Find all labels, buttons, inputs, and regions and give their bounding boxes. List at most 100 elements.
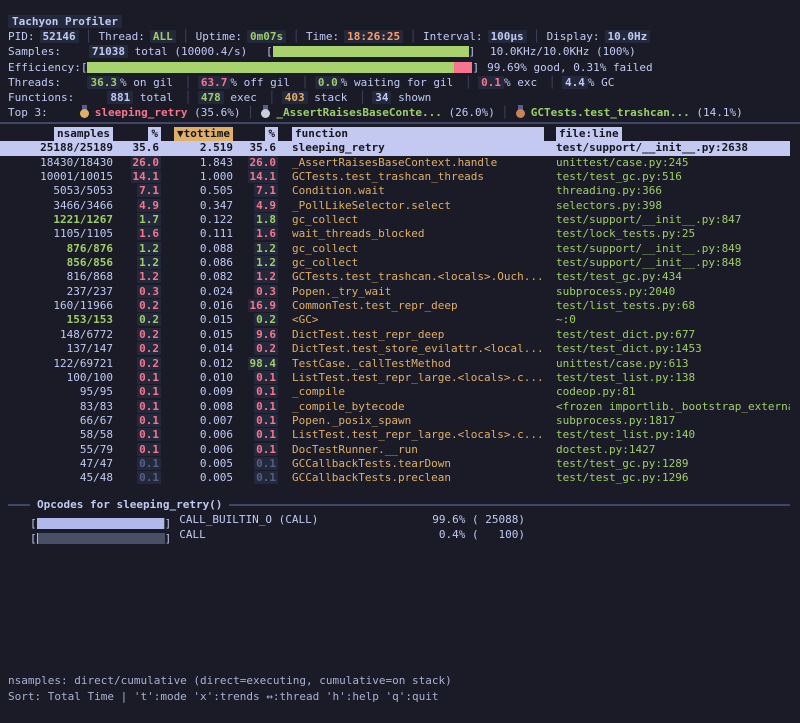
table-row[interactable]: 3466/34664.90.3474.9_PollLikeSelector.se… — [0, 199, 790, 213]
function-stat-suffix: exec — [224, 91, 257, 104]
function-stat-suffix: total — [133, 91, 173, 104]
table-row[interactable]: 55/790.10.0060.1DocTestRunner.__rundocte… — [0, 443, 790, 457]
cell-tottime: 2.519 — [161, 141, 233, 155]
separator: │ — [178, 91, 198, 104]
table-row[interactable]: 66/670.10.0070.1Popen._posix_spawnsubpro… — [0, 414, 790, 428]
table-row[interactable]: 45/480.10.0050.1GCCallbackTests.preclean… — [0, 471, 790, 485]
table-row[interactable]: 18430/1843026.01.84326.0_AssertRaisesBas… — [0, 156, 790, 170]
function-stat-suffix: stack — [308, 91, 348, 104]
top3-function-name[interactable]: _AssertRaisesBaseConte... — [276, 106, 442, 119]
thread-stat-value: 4.4 — [562, 76, 588, 89]
table-row[interactable]: 58/580.10.0060.1ListTest.test_repr_large… — [0, 428, 790, 442]
opcode-name: CALL_BUILTIN_O (CALL) — [179, 512, 397, 527]
top3-function-name[interactable]: GCTests.test_trashcan... — [531, 106, 690, 119]
cell-direct-percent: 0.1 — [113, 414, 161, 428]
opcode-name: CALL — [179, 527, 397, 542]
table-row[interactable]: 83/830.10.0080.1_compile_bytecode<frozen… — [0, 400, 790, 414]
cumulative-percent-value: 0.1 — [254, 371, 278, 384]
column-header-function[interactable]: function — [292, 127, 544, 141]
table-row[interactable]: 137/1470.20.0140.2DictTest.test_store_ev… — [0, 342, 790, 356]
samples-label: Samples: — [8, 45, 61, 58]
cell-tottime: 0.347 — [161, 199, 233, 213]
time-value: 18:26:25 — [344, 30, 403, 43]
display-value: 10.0Hz — [605, 30, 651, 43]
uptime-value: 0m07s — [247, 30, 286, 43]
samples-rate-detail: total (10000.4/s) — [128, 45, 247, 58]
separator: │ — [79, 30, 99, 43]
table-row[interactable]: 47/470.10.0050.1GCCallbackTests.tearDown… — [0, 457, 790, 471]
cumulative-percent-value: 9.6 — [254, 328, 278, 341]
table-row[interactable]: 856/8561.20.0861.2gc_collecttest/support… — [0, 256, 790, 270]
efficiency-label: Efficiency: — [8, 61, 81, 74]
cell-tottime: 0.024 — [161, 285, 233, 299]
table-row[interactable]: 153/1530.20.0150.2<GC>~:0 — [0, 313, 790, 327]
hotkeys-line: Sort: Total Time | 't':mode 'x':trends ↔… — [8, 689, 792, 704]
cell-nsamples: 1221/1267 — [25, 213, 113, 227]
cell-direct-percent: 0.1 — [113, 457, 161, 471]
table-row[interactable]: 876/8761.20.0881.2gc_collecttest/support… — [0, 242, 790, 256]
cell-file-line: unittest/case.py:245 — [548, 156, 790, 170]
direct-percent-value: 0.1 — [137, 428, 161, 441]
cell-cumulative-percent: 0.1 — [233, 385, 278, 399]
cell-direct-percent: 0.1 — [113, 428, 161, 442]
table-row[interactable]: 100/1000.10.0100.1ListTest.test_repr_lar… — [0, 371, 790, 385]
top3-function-name[interactable]: sleeping_retry — [95, 106, 188, 119]
top3-items: sleeping_retry (35.6%) │ _AssertRaisesBa… — [79, 106, 743, 119]
table-row[interactable]: 160/119660.20.01616.9CommonTest.test_rep… — [0, 299, 790, 313]
samples-bar-track — [273, 46, 469, 57]
top3-line: Top 3:sleeping_retry (35.6%) │ _AssertRa… — [8, 105, 792, 120]
table-header-row: nsamples% ▼tottime% function file:line — [0, 127, 790, 141]
cell-nsamples: 816/868 — [25, 270, 113, 284]
table-row[interactable]: 95/950.10.0090.1_compilecodeop.py:81 — [0, 385, 790, 399]
cell-file-line: test/test_dict.py:677 — [548, 328, 790, 342]
threads-line: Threads:36.3% on gil │ 63.7% off gil │ 0… — [8, 75, 792, 90]
cell-cumulative-percent: 9.6 — [233, 328, 278, 342]
cell-function-name: DictTest.test_store_evilattr.<local... — [278, 342, 548, 356]
table-row[interactable]: 237/2370.30.0240.3Popen._try_waitsubproc… — [0, 285, 790, 299]
separator: │ — [286, 30, 306, 43]
direct-percent-value: 14.1 — [131, 170, 162, 183]
cell-tottime: 0.082 — [161, 270, 233, 284]
column-header-tottime-sorted[interactable]: ▼tottime — [174, 127, 233, 141]
table-row[interactable]: 25188/2518935.62.51935.6sleeping_retryte… — [0, 141, 790, 155]
function-stat: 478 — [198, 91, 224, 104]
cell-file-line: test/support/__init__.py:847 — [548, 213, 790, 227]
separator: │ — [176, 30, 196, 43]
samples-bar: [] — [266, 44, 475, 59]
function-stat: 34 — [372, 91, 391, 104]
thread-value[interactable]: ALL — [150, 30, 176, 43]
thread-stat: 36.3 — [66, 75, 120, 90]
direct-percent-value: 4.9 — [137, 199, 161, 212]
column-header-file-line[interactable]: file:line — [556, 127, 622, 141]
cell-cumulative-percent: 0.1 — [233, 471, 278, 485]
column-header-cumulative-percent[interactable]: % — [265, 127, 278, 141]
table-row[interactable]: 1105/11051.60.1111.6wait_threads_blocked… — [0, 227, 790, 241]
table-row[interactable]: 10001/1001514.11.00014.1GCTests.test_tra… — [0, 170, 790, 184]
cumulative-percent-value: 16.9 — [248, 299, 279, 312]
cell-file-line: test/test_dict.py:1453 — [548, 342, 790, 356]
column-header-nsamples[interactable]: nsamples — [54, 127, 113, 141]
cell-tottime: 0.006 — [161, 428, 233, 442]
cell-direct-percent: 26.0 — [113, 156, 161, 170]
table-row[interactable]: 816/8681.20.0821.2GCTests.test_trashcan.… — [0, 270, 790, 284]
cell-tottime: 0.009 — [161, 385, 233, 399]
cell-function-name: _compile — [278, 385, 548, 399]
direct-percent-value: 0.2 — [137, 357, 161, 370]
cell-file-line: test/test_gc.py:1296 — [548, 471, 790, 485]
cell-function-name: _AssertRaisesBaseContext.handle — [278, 156, 548, 170]
table-row[interactable]: 122/697210.20.01298.4TestCase._callTestM… — [0, 357, 790, 371]
app-title: Tachyon Profiler — [8, 15, 122, 28]
cell-file-line: subprocess.py:1817 — [548, 414, 790, 428]
app-title-line: Tachyon Profiler — [8, 14, 792, 29]
function-stat-suffix: shown — [391, 91, 431, 104]
cell-function-name: DocTestRunner.__run — [278, 443, 548, 457]
table-row[interactable]: 148/67720.20.0159.6DictTest.test_repr_de… — [0, 328, 790, 342]
horizontal-divider — [0, 122, 800, 124]
cell-cumulative-percent: 7.1 — [233, 184, 278, 198]
column-header-direct-percent[interactable]: % — [148, 127, 161, 141]
cell-tottime: 1.000 — [161, 170, 233, 184]
cell-file-line: <frozen importlib._bootstrap_externa — [548, 400, 790, 414]
table-row[interactable]: 5053/50537.10.5057.1Condition.waitthread… — [0, 184, 790, 198]
table-row[interactable]: 1221/12671.70.1221.8gc_collecttest/suppo… — [0, 213, 790, 227]
direct-percent-value: 1.2 — [137, 242, 161, 255]
